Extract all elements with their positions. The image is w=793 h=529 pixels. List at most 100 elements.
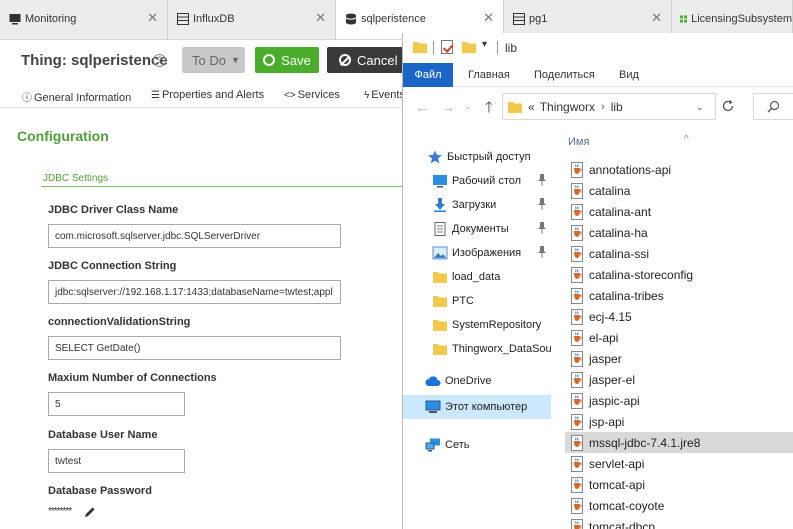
database-user-name-label: Database User Name [48,429,158,441]
pin-icon[interactable] [537,174,547,186]
close-tab-icon[interactable]: ✕ [147,11,158,24]
list-icon: ☰ [151,90,160,101]
jdbc-connection-string-input[interactable]: jdbc:sqlserver://192.168.1.17:1433;datab… [48,280,341,304]
ribbon-tab-home[interactable]: Главная [468,63,510,87]
pin-icon[interactable] [537,198,547,210]
jdbc-driver-class-input[interactable]: com.microsoft.sqlserver.jdbc.SQLServerDr… [48,224,341,248]
database-user-name-input[interactable]: twtest [48,449,185,473]
table-icon [177,13,189,25]
breadcrumb-lib[interactable]: lib [611,100,623,114]
file-item[interactable]: jasper-el [565,369,793,390]
cancel-button[interactable]: Cancel [327,47,402,73]
customize-toolbar-dropdown[interactable]: ▾ [482,39,487,50]
file-item[interactable]: catalina-tribes [565,285,793,306]
file-item[interactable]: servlet-api [565,453,793,474]
nav-item-onedrive[interactable]: OneDrive [403,369,553,393]
toolbar-separator [497,41,498,54]
nav-item-network[interactable]: Сеть [403,433,553,457]
save-button[interactable]: Save [255,47,319,73]
ribbon-tab-view[interactable]: Вид [619,63,639,87]
back-arrow-icon[interactable]: ← [415,99,429,115]
code-icon: <> [284,90,296,101]
pencil-icon[interactable] [84,506,96,518]
file-item[interactable]: catalina-ant [565,201,793,222]
jar-file-icon [571,392,583,409]
max-connections-input[interactable]: 5 [48,392,185,416]
forward-arrow-icon[interactable]: → [441,99,455,115]
address-bar[interactable]: « Thingworx › lib [502,93,716,120]
file-item[interactable]: jsp-api [565,411,793,432]
file-name: catalina-tribes [589,288,664,303]
save-circle-icon [263,54,276,66]
close-tab-icon[interactable]: ✕ [315,11,326,24]
jdbc-settings-section-label: JDBC Settings [43,173,109,184]
file-name: servlet-api [589,456,645,471]
todo-button[interactable]: To Do ▼ [182,47,245,73]
browser-tab-influxdb[interactable]: InfluxDB ✕ [168,0,336,39]
close-tab-icon[interactable]: ✕ [483,11,494,24]
nav-item-ptc[interactable]: PTC [403,289,553,313]
breadcrumb-thingworx[interactable]: Thingworx [540,100,595,114]
file-item[interactable]: el-api [565,327,793,348]
chevron-down-icon[interactable]: ⌄ [696,102,704,113]
file-item[interactable]: catalina [565,180,793,201]
folder-icon [433,272,447,283]
file-explorer-window: ▾ lib Файл Главная Поделиться Вид ← → ⌄ … [402,33,793,529]
column-header-name[interactable]: ^ Имя [568,134,689,148]
table-icon [513,13,525,25]
close-tab-icon[interactable]: ✕ [651,11,662,24]
file-item[interactable]: catalina-storeconfig [565,264,793,285]
file-item[interactable]: tomcat-api [565,474,793,495]
nav-item-desktop[interactable]: Рабочий стол [403,169,553,193]
jar-file-icon [571,308,583,325]
file-item[interactable]: tomcat-dbcp [565,516,793,529]
breadcrumb-overflow[interactable]: « [528,100,535,114]
recent-locations-dropdown[interactable]: ⌄ [464,101,472,112]
file-item[interactable]: ecj-4.15 [565,306,793,327]
nav-item-load-data[interactable]: load_data [403,265,553,289]
chevron-right-icon[interactable]: › [601,101,605,113]
jdbc-connection-string-label: JDBC Connection String [48,260,177,272]
nav-item-documents[interactable]: Документы [403,217,553,241]
jar-file-icon [571,203,583,220]
nav-label: SystemRepository [452,319,542,331]
new-folder-icon[interactable] [462,41,476,53]
file-item[interactable]: jaspic-api [565,390,793,411]
search-input[interactable] [753,93,793,120]
tab-general-information[interactable]: ⓘ General Information [22,89,131,104]
tab-properties-and-alerts[interactable]: ☰ Properties and Alerts [151,89,264,101]
nav-item-downloads[interactable]: Загрузки [403,193,553,217]
ribbon-tab-file[interactable]: Файл [403,63,453,87]
connection-validation-string-input[interactable]: SELECT GetDate() [48,336,341,360]
ribbon-tab-share[interactable]: Поделиться [534,63,595,87]
file-item[interactable]: mssql-jdbc-7.4.1.jre8 [565,432,793,453]
nav-item-thingworx-datasource[interactable]: Thingworx_DataSou [403,337,553,361]
file-item[interactable]: annotations-api [565,159,793,180]
tab-services[interactable]: <> Services [284,89,340,101]
pin-icon[interactable] [537,222,547,234]
pin-icon[interactable] [537,246,547,258]
file-item[interactable]: jasper [565,348,793,369]
sort-ascending-icon: ^ [684,134,689,145]
nav-item-quick-access[interactable]: Быстрый доступ [403,145,553,169]
refresh-icon[interactable] [721,99,735,113]
browser-tab-monitoring[interactable]: Monitoring ✕ [0,0,168,39]
file-name: catalina-storeconfig [589,267,694,282]
lightning-icon: ϟ [364,90,370,101]
info-icon: ⓘ [22,93,32,104]
file-item[interactable]: tomcat-coyote [565,495,793,516]
file-item[interactable]: catalina-ssi [565,243,793,264]
file-item[interactable]: catalina-ha [565,222,793,243]
up-arrow-icon[interactable]: 🡑 [485,97,493,122]
help-icon[interactable]: ? [153,54,166,67]
nav-label: Сеть [445,439,470,451]
jar-file-icon [571,266,583,283]
nav-item-systemrepository[interactable]: SystemRepository [403,313,553,337]
nav-item-pictures[interactable]: Изображения [403,241,553,265]
properties-check-icon[interactable] [441,40,453,54]
tab-events[interactable]: ϟ Events [364,89,405,101]
jar-file-icon [571,455,583,472]
address-bar-row: ← → ⌄ 🡑 « Thingworx › lib ⌄ [403,87,793,127]
nav-item-this-pc[interactable]: Этот компьютер [403,395,551,419]
tab-label: Services [297,89,340,101]
